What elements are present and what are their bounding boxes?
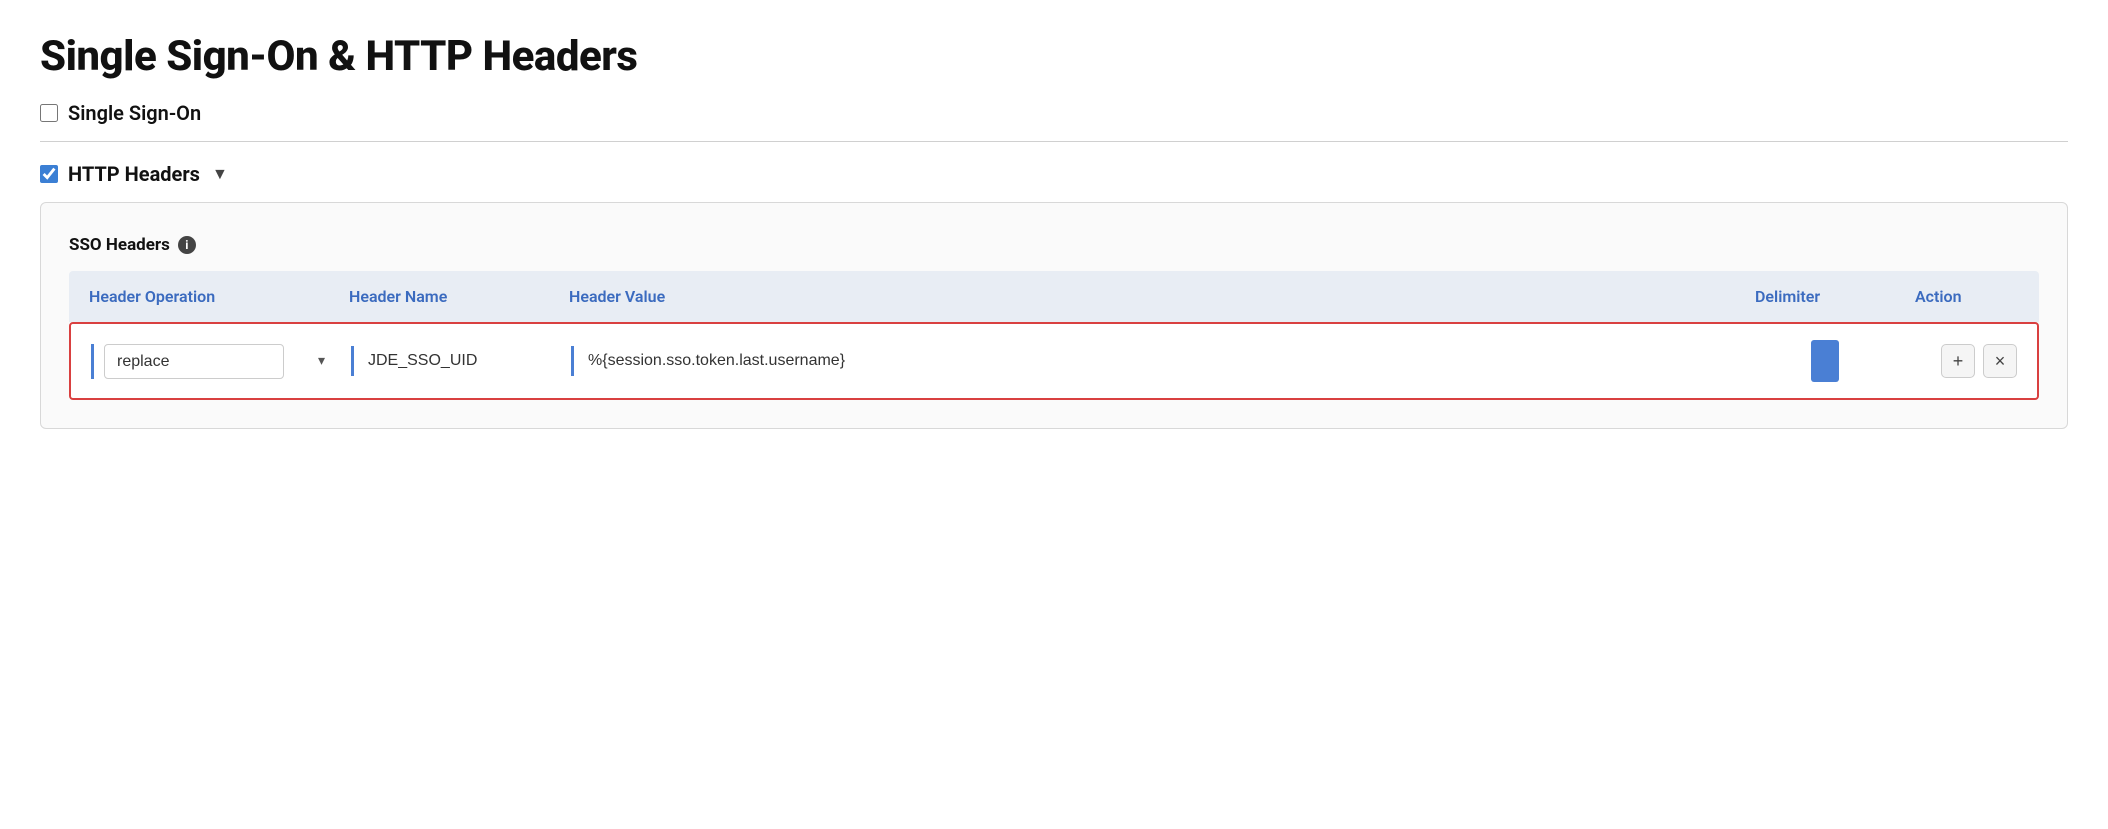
operation-cell: replace add delete ▾ — [83, 338, 343, 385]
col-header-value: Header Value — [561, 281, 1747, 312]
header-name-input[interactable] — [364, 346, 555, 376]
table-header-row: Header Operation Header Name Header Valu… — [69, 271, 2039, 322]
select-chevron-icon: ▾ — [318, 353, 325, 369]
delimiter-bar — [1811, 340, 1839, 382]
operation-select[interactable]: replace add delete — [104, 344, 284, 379]
sso-label[interactable]: Single Sign-On — [68, 101, 201, 125]
col-header-operation: Header Operation — [81, 281, 341, 312]
sso-headers-title: SSO Headers — [69, 235, 170, 255]
table-row: replace add delete ▾ — [69, 322, 2039, 400]
chevron-down-icon: ▼ — [212, 164, 228, 184]
header-value-input[interactable] — [584, 346, 1737, 376]
http-headers-label[interactable]: HTTP Headers — [68, 162, 200, 186]
col-header-name: Header Name — [341, 281, 561, 312]
page-title: Single Sign-On & HTTP Headers — [40, 32, 2068, 81]
sso-section: Single Sign-On — [40, 101, 2068, 142]
action-cell: + × — [1905, 338, 2025, 384]
sso-checkbox[interactable] — [40, 104, 58, 122]
http-headers-checkbox[interactable] — [40, 165, 58, 183]
table-wrapper: Header Operation Header Name Header Valu… — [69, 271, 2039, 400]
info-icon: i — [178, 236, 196, 254]
col-header-action: Action — [1907, 281, 2027, 312]
headers-container: SSO Headers i Header Operation Header Na… — [40, 202, 2068, 429]
http-headers-label-row: HTTP Headers ▼ — [40, 162, 2068, 186]
remove-row-button[interactable]: × — [1983, 344, 2017, 378]
delimiter-cell — [1745, 334, 1905, 388]
operation-select-wrapper: replace add delete ▾ — [104, 344, 335, 379]
header-value-cell — [563, 340, 1745, 382]
header-name-cell — [343, 340, 563, 382]
add-row-button[interactable]: + — [1941, 344, 1975, 378]
col-header-delimiter: Delimiter — [1747, 281, 1907, 312]
http-headers-section: HTTP Headers ▼ SSO Headers i Header Oper… — [40, 162, 2068, 429]
sso-headers-title-row: SSO Headers i — [69, 235, 2039, 255]
